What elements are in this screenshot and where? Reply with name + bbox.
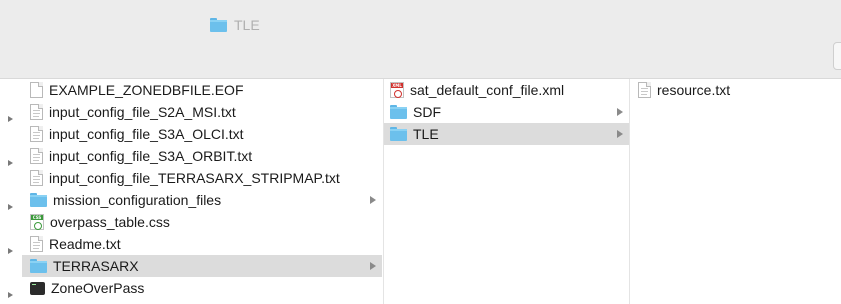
- folder-name: SDF: [413, 104, 441, 120]
- list-item[interactable]: EXAMPLE_ZONEDBFILE.EOF: [30, 79, 380, 101]
- chevron-right-icon: [370, 262, 376, 270]
- file-name: ZoneOverPass: [51, 280, 145, 296]
- file-name: input_config_file_S3A_OLCI.txt: [49, 126, 244, 142]
- list-item[interactable]: CSS overpass_table.css: [30, 211, 380, 233]
- folder-icon: [30, 193, 47, 207]
- list-item[interactable]: mission_configuration_files: [30, 189, 380, 211]
- toolbar-control-edge[interactable]: [833, 42, 841, 70]
- terminal-executable-icon: [30, 281, 45, 295]
- disclosure-triangle-icon[interactable]: [8, 292, 13, 298]
- disclosure-triangle-icon[interactable]: [8, 160, 13, 166]
- list-item-selected[interactable]: TERRASARX: [22, 255, 382, 277]
- folder-icon: [30, 259, 47, 273]
- text-document-icon: [638, 82, 651, 98]
- text-document-icon: [30, 148, 43, 164]
- folder-icon: [210, 18, 228, 32]
- text-document-icon: [30, 126, 43, 142]
- blank-document-icon: [30, 82, 43, 98]
- browser-column-3[interactable]: resource.txt: [630, 79, 841, 304]
- file-name: overpass_table.css: [50, 214, 170, 230]
- list-item[interactable]: Readme.txt: [30, 233, 380, 255]
- folder-name: mission_configuration_files: [53, 192, 222, 208]
- list-item-selected[interactable]: TLE: [384, 123, 629, 145]
- file-name: resource.txt: [657, 82, 731, 98]
- file-name: Readme.txt: [49, 236, 121, 252]
- file-name: sat_default_conf_file.xml: [410, 82, 565, 98]
- list-item[interactable]: SDF: [390, 101, 626, 123]
- file-name: EXAMPLE_ZONEDBFILE.EOF: [49, 82, 244, 98]
- disclosure-triangle-icon[interactable]: [8, 248, 13, 254]
- chevron-right-icon: [617, 130, 623, 138]
- folder-name: TLE: [413, 126, 439, 142]
- chevron-right-icon: [617, 108, 623, 116]
- css-file-icon: CSS: [30, 214, 44, 230]
- browser-column-2[interactable]: XML sat_default_conf_file.xml SDF TLE: [384, 79, 630, 304]
- file-name: input_config_file_S3A_ORBIT.txt: [49, 148, 253, 164]
- list-item[interactable]: input_config_file_S3A_ORBIT.txt: [30, 145, 380, 167]
- folder-icon: [390, 127, 407, 141]
- list-item[interactable]: input_config_file_TERRASARX_STRIPMAP.txt: [30, 167, 380, 189]
- file-name: input_config_file_S2A_MSI.txt: [49, 104, 236, 120]
- disclosure-triangle-icon[interactable]: [8, 116, 13, 122]
- browser-column-1[interactable]: EXAMPLE_ZONEDBFILE.EOF input_config_file…: [0, 79, 384, 304]
- text-document-icon: [30, 236, 43, 252]
- window-title: TLE: [210, 15, 260, 35]
- chevron-right-icon: [370, 196, 376, 204]
- window-titlebar: TLE: [0, 0, 841, 79]
- list-item[interactable]: input_config_file_S3A_OLCI.txt: [30, 123, 380, 145]
- folder-icon: [390, 105, 407, 119]
- list-item[interactable]: XML sat_default_conf_file.xml: [390, 79, 626, 101]
- xml-file-icon: XML: [390, 82, 404, 98]
- list-item[interactable]: ZoneOverPass: [30, 277, 380, 299]
- disclosure-triangle-icon[interactable]: [8, 204, 13, 210]
- folder-name: TERRASARX: [53, 258, 139, 274]
- file-name: input_config_file_TERRASARX_STRIPMAP.txt: [49, 170, 340, 186]
- list-item[interactable]: input_config_file_S2A_MSI.txt: [30, 101, 380, 123]
- list-item[interactable]: resource.txt: [638, 79, 838, 101]
- text-document-icon: [30, 104, 43, 120]
- window-title-label: TLE: [234, 17, 260, 33]
- text-document-icon: [30, 170, 43, 186]
